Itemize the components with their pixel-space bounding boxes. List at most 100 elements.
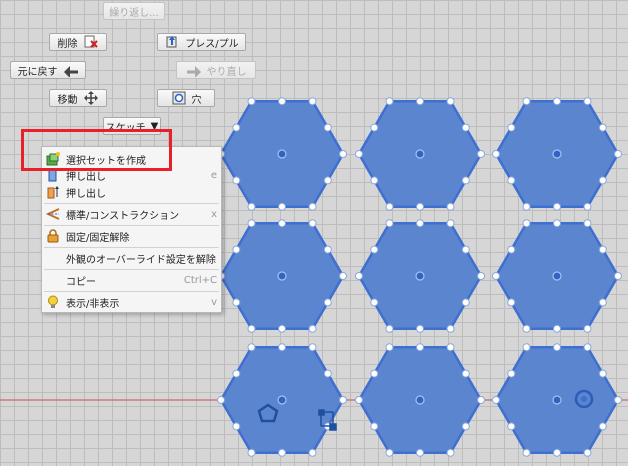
sketch-point[interactable] (598, 176, 607, 185)
sketch-point[interactable] (232, 123, 241, 132)
move-button[interactable]: 移動 (49, 89, 107, 107)
sketch-point[interactable] (247, 219, 256, 228)
sketch-point[interactable] (522, 202, 531, 211)
sketch-center-point[interactable] (277, 149, 287, 159)
sketch-point[interactable] (522, 219, 531, 228)
sketch-hexagon-r1-c1[interactable] (217, 97, 347, 211)
sketch-point[interactable] (232, 245, 241, 254)
repeat-button[interactable]: 繰り返し... (103, 2, 165, 20)
sketch-hexagon-r2-c3[interactable] (492, 219, 622, 333)
sketch-point[interactable] (598, 123, 607, 132)
sketch-center-point[interactable] (552, 149, 562, 159)
sketch-point[interactable] (217, 396, 225, 404)
sketch-point[interactable] (553, 343, 561, 352)
sketch-point[interactable] (461, 298, 470, 307)
sketch-point[interactable] (522, 343, 531, 352)
sketch-point[interactable] (583, 219, 592, 228)
sketch-point[interactable] (461, 369, 470, 378)
sketch-center-point[interactable] (277, 271, 287, 281)
sketch-point[interactable] (461, 422, 470, 431)
sketch-point[interactable] (370, 369, 379, 378)
sketch-point[interactable] (446, 343, 455, 352)
menu-item-fix-unfix[interactable]: 固定/固定解除 (42, 226, 221, 246)
sketch-point[interactable] (278, 97, 286, 106)
hole-button[interactable]: 穴 (157, 89, 215, 107)
sketch-center-point[interactable] (552, 271, 562, 281)
sketch-point[interactable] (461, 245, 470, 254)
sketch-point[interactable] (598, 422, 607, 431)
sketch-point[interactable] (492, 396, 500, 404)
sketch-point[interactable] (370, 176, 379, 185)
sketch-point[interactable] (232, 176, 241, 185)
sketch-point[interactable] (416, 219, 424, 228)
sketch-point[interactable] (477, 272, 485, 280)
sketch-point[interactable] (385, 202, 394, 211)
sketch-center-point[interactable] (552, 395, 562, 405)
sketch-point[interactable] (247, 343, 256, 352)
sketch-point[interactable] (553, 97, 561, 106)
sketch-point[interactable] (339, 150, 347, 158)
sketch-point[interactable] (370, 422, 379, 431)
sketch-point[interactable] (507, 123, 516, 132)
sketch-point[interactable] (323, 298, 332, 307)
sketch-point[interactable] (278, 202, 286, 211)
sketch-point[interactable] (583, 343, 592, 352)
sketch-point[interactable] (583, 448, 592, 457)
sketch-point[interactable] (308, 324, 317, 333)
sketch-point[interactable] (247, 324, 256, 333)
sketch-point[interactable] (339, 396, 347, 404)
sketch-point[interactable] (278, 448, 286, 457)
sketch-hexagon-r2-c1[interactable] (217, 219, 347, 333)
sketch-point[interactable] (308, 219, 317, 228)
sketch-center-point[interactable] (277, 395, 287, 405)
sketch-center-point[interactable] (415, 149, 425, 159)
sketch-center-point[interactable] (415, 395, 425, 405)
sketch-point[interactable] (247, 448, 256, 457)
sketch-point[interactable] (461, 176, 470, 185)
sketch-point[interactable] (370, 298, 379, 307)
sketch-point[interactable] (323, 369, 332, 378)
sketch-point[interactable] (446, 202, 455, 211)
sketch-point[interactable] (477, 150, 485, 158)
sketch-point[interactable] (323, 176, 332, 185)
sketch-point[interactable] (614, 150, 622, 158)
sketch-point[interactable] (308, 97, 317, 106)
sketch-point[interactable] (385, 448, 394, 457)
sketch-point[interactable] (385, 97, 394, 106)
sketch-point[interactable] (385, 324, 394, 333)
sketch-point[interactable] (461, 123, 470, 132)
sketch-point[interactable] (507, 298, 516, 307)
sketch-point[interactable] (583, 324, 592, 333)
sketch-point[interactable] (477, 396, 485, 404)
delete-button[interactable]: 削除 (49, 33, 107, 51)
menu-item-show-hide[interactable]: 表示/非表示 v (42, 292, 221, 312)
sketch-point[interactable] (416, 97, 424, 106)
sketch-point[interactable] (507, 245, 516, 254)
sketch-point[interactable] (522, 97, 531, 106)
sketch-point[interactable] (385, 343, 394, 352)
sketch-point[interactable] (308, 343, 317, 352)
sketch-point[interactable] (583, 202, 592, 211)
sketch-point[interactable] (507, 422, 516, 431)
sketch-point[interactable] (355, 396, 363, 404)
sketch-point[interactable] (323, 245, 332, 254)
sketch-point[interactable] (522, 448, 531, 457)
sketch-point[interactable] (446, 97, 455, 106)
sketch-center-point[interactable] (415, 271, 425, 281)
sketch-point[interactable] (553, 202, 561, 211)
sketch-point[interactable] (507, 176, 516, 185)
sketch-hexagon-r3-c1[interactable] (217, 343, 347, 457)
menu-item-clear-appearance-override[interactable]: 外観のオーバーライド設定を解除 (42, 248, 221, 268)
sketch-point[interactable] (416, 343, 424, 352)
sketch-hexagon-r2-c2[interactable] (355, 219, 485, 333)
sketch-point[interactable] (416, 448, 424, 457)
sketch-hexagon-r3-c2[interactable] (355, 343, 485, 457)
sketch-point[interactable] (583, 97, 592, 106)
sketch-point[interactable] (232, 369, 241, 378)
sketch-point[interactable] (339, 272, 347, 280)
sketch-point[interactable] (416, 324, 424, 333)
menu-item-normal-construction[interactable]: 標準/コンストラクション x (42, 204, 221, 224)
sketch-point[interactable] (370, 123, 379, 132)
sketch-point[interactable] (598, 298, 607, 307)
sketch-point[interactable] (278, 219, 286, 228)
